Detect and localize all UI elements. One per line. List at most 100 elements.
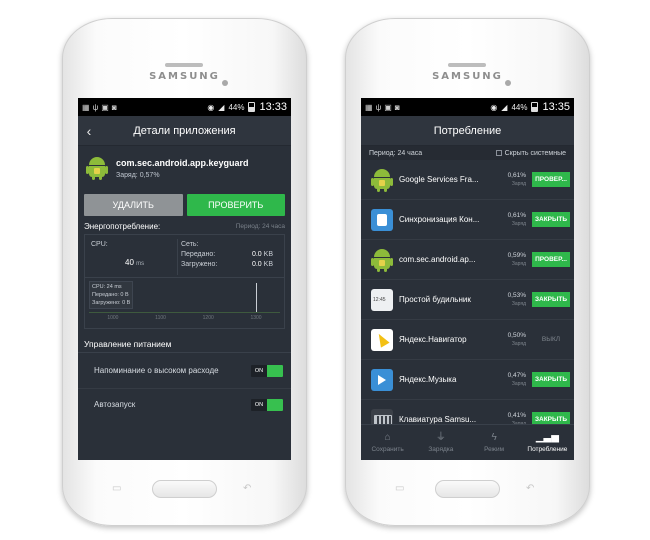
clock: 13:33 bbox=[259, 101, 287, 113]
app-bar: ‹ Детали приложения bbox=[78, 116, 291, 146]
charge-text: Заряд: 0,57% bbox=[116, 171, 160, 179]
home-button[interactable] bbox=[435, 480, 500, 498]
tick-label: 1200 bbox=[202, 315, 214, 321]
network-label: Сеть: bbox=[181, 241, 199, 248]
notification-icons: ▦ ψ ▣ ◙ bbox=[365, 103, 400, 112]
phone-right: SAMSUNG ▦ ψ ▣ ◙ ◉ ◢ 44% 13:35 Потреблени… bbox=[345, 18, 590, 526]
home-icon: ⌂ bbox=[384, 431, 391, 443]
eye-icon: ◉ bbox=[207, 102, 215, 112]
screen-app-details: ▦ ψ ▣ ◙ ◉ ◢ 44% 13:33 ‹ Детали приложени… bbox=[78, 98, 291, 460]
clock: 13:35 bbox=[542, 101, 570, 113]
hide-system-checkbox[interactable]: Скрыть системные bbox=[495, 150, 566, 157]
high-usage-reminder-row: Напоминание о высоком расходе ON bbox=[78, 353, 291, 389]
menu-key[interactable]: ▭ bbox=[395, 484, 409, 494]
usb-icon: ψ bbox=[92, 102, 99, 112]
sent-label: Передано: bbox=[181, 251, 216, 258]
usage-percent: 0,59% Заряд bbox=[507, 251, 526, 267]
list-item[interactable]: com.sec.android.ap... 0,59% Заряд ПРОВЕР.… bbox=[361, 240, 574, 280]
high-usage-toggle[interactable]: ON bbox=[251, 364, 283, 377]
app-name: Яндекс.Музыка bbox=[399, 375, 457, 384]
energy-header: Энергопотребление: Период: 24 часа bbox=[78, 218, 291, 234]
phone-left: SAMSUNG ▦ ψ ▣ ◙ ◉ ◢ 44% 13:33 ‹ Детали п… bbox=[62, 18, 307, 526]
received-label: Загружено: bbox=[181, 261, 218, 268]
signal-icon: ◢ bbox=[501, 102, 508, 112]
nav-save[interactable]: ⌂ Сохранить bbox=[361, 425, 414, 460]
battery-percent: 44% bbox=[228, 102, 245, 112]
chevron-left-icon[interactable]: ‹ bbox=[78, 123, 100, 139]
eye-icon: ◉ bbox=[490, 102, 498, 112]
nav-consumption[interactable]: ▁▃▅ Потребление bbox=[521, 425, 574, 460]
energy-title: Энергопотребление: bbox=[84, 221, 161, 231]
navigator-icon bbox=[371, 328, 393, 351]
autostart-toggle[interactable]: ON bbox=[251, 399, 283, 411]
android-icon bbox=[86, 156, 108, 180]
signal-icon: ◢ bbox=[218, 102, 225, 112]
timeline-marker[interactable] bbox=[256, 283, 257, 313]
back-key[interactable]: ↶ bbox=[243, 484, 257, 494]
delete-button[interactable]: УДАЛИТЬ bbox=[84, 194, 183, 216]
list-item[interactable]: Яндекс.Навигатор 0,50% Заряд ВЫКЛ bbox=[361, 320, 574, 360]
action-buttons: УДАЛИТЬ ПРОВЕРИТЬ bbox=[78, 194, 291, 216]
close-app-button[interactable]: ЗАКРЫТЬ bbox=[532, 372, 570, 387]
autostart-row: Автозапуск ON bbox=[78, 389, 291, 421]
alarm-clock-icon bbox=[371, 288, 393, 311]
period-label: Период: 24 часа bbox=[369, 149, 423, 157]
menu-key[interactable]: ▭ bbox=[112, 484, 126, 494]
network-block: Сеть: Передано: 0.0 KB Загружено: 0.0 KB bbox=[181, 241, 273, 268]
cpu-label: CPU: bbox=[91, 241, 108, 248]
music-icon bbox=[371, 368, 393, 391]
back-key[interactable]: ↶ bbox=[526, 484, 540, 494]
list-item[interactable]: Яндекс.Музыка 0,47% Заряд ЗАКРЫТЬ bbox=[361, 360, 574, 400]
tick-label: 1000 bbox=[107, 315, 119, 321]
grid-icon: ▦ bbox=[82, 102, 90, 112]
notification-icons: ▦ ψ ▣ ◙ bbox=[82, 103, 117, 112]
app-bar: Потребление bbox=[361, 116, 574, 146]
screen-consumption: ▦ ψ ▣ ◙ ◉ ◢ 44% 13:35 Потребление Период… bbox=[361, 98, 574, 460]
app-name: Простой будильник bbox=[399, 295, 471, 304]
off-label: ВЫКЛ bbox=[541, 336, 561, 343]
list-item[interactable]: Простой будильник 0,53%Заряд ЗАКРЫТЬ bbox=[361, 280, 574, 320]
usage-timeline[interactable]: CPU: 24 ms Передано: 0 B Загружено: 0 B … bbox=[89, 281, 280, 321]
autostart-label: Автозапуск bbox=[94, 400, 136, 409]
image-icon: ▣ bbox=[101, 102, 109, 112]
earpiece bbox=[165, 63, 203, 67]
app-list: Google Services Fra... 0,61% Заряд ПРОВЕР… bbox=[361, 160, 574, 428]
front-camera bbox=[505, 80, 511, 86]
nav-mode[interactable]: ϟ Режим bbox=[468, 425, 521, 460]
page-title: Потребление bbox=[433, 124, 502, 137]
list-item[interactable]: Google Services Fra... 0,61% Заряд ПРОВЕР… bbox=[361, 160, 574, 200]
check-app-button[interactable]: ПРОВЕР... bbox=[532, 252, 570, 267]
nav-charging[interactable]: ⏚ Зарядка bbox=[414, 425, 467, 460]
check-app-button[interactable]: ПРОВЕР... bbox=[532, 172, 570, 187]
image-icon: ▣ bbox=[384, 102, 392, 112]
android-icon bbox=[371, 168, 393, 192]
usage-percent: 0,47% Заряд bbox=[507, 371, 526, 387]
app-name: Клавиатура Samsu... bbox=[399, 415, 477, 424]
status-bar: ▦ ψ ▣ ◙ ◉ ◢ 44% 13:35 bbox=[361, 98, 574, 116]
usage-percent: 0,50% Заряд bbox=[507, 331, 526, 347]
package-name: com.sec.android.app.keyguard bbox=[116, 157, 249, 168]
list-item[interactable]: Синхронизация Кон... 0,61% Заряд ЗАКРЫТЬ bbox=[361, 200, 574, 240]
check-button[interactable]: ПРОВЕРИТЬ bbox=[186, 194, 285, 216]
home-button[interactable] bbox=[152, 480, 217, 498]
earpiece bbox=[448, 63, 486, 67]
usb-icon: ψ bbox=[375, 102, 382, 112]
front-camera bbox=[222, 80, 228, 86]
grid-icon: ▦ bbox=[365, 102, 373, 112]
battery-icon bbox=[531, 102, 539, 112]
energy-panel: CPU: 40 ms Сеть: Передано: 0.0 KB Загруже… bbox=[84, 234, 285, 329]
bar-chart-icon: ▁▃▅ bbox=[535, 431, 559, 443]
plug-icon: ⏚ bbox=[435, 431, 446, 443]
bag-icon: ◙ bbox=[111, 102, 117, 112]
high-usage-label: Напоминание о высоком расходе bbox=[94, 365, 219, 375]
status-bar: ▦ ψ ▣ ◙ ◉ ◢ 44% 13:33 bbox=[78, 98, 291, 116]
close-app-button[interactable]: ЗАКРЫТЬ bbox=[532, 292, 570, 307]
app-name: Google Services Fra... bbox=[399, 175, 479, 184]
battery-icon bbox=[248, 102, 256, 112]
page-title: Детали приложения bbox=[133, 124, 236, 137]
android-icon bbox=[371, 248, 393, 272]
close-app-button[interactable]: ЗАКРЫТЬ bbox=[532, 212, 570, 227]
app-name: com.sec.android.ap... bbox=[399, 255, 476, 264]
bottom-nav: ⌂ Сохранить ⏚ Зарядка ϟ Режим ▁▃▅ Потреблени… bbox=[361, 424, 574, 460]
app-name: Яндекс.Навигатор bbox=[399, 335, 467, 344]
